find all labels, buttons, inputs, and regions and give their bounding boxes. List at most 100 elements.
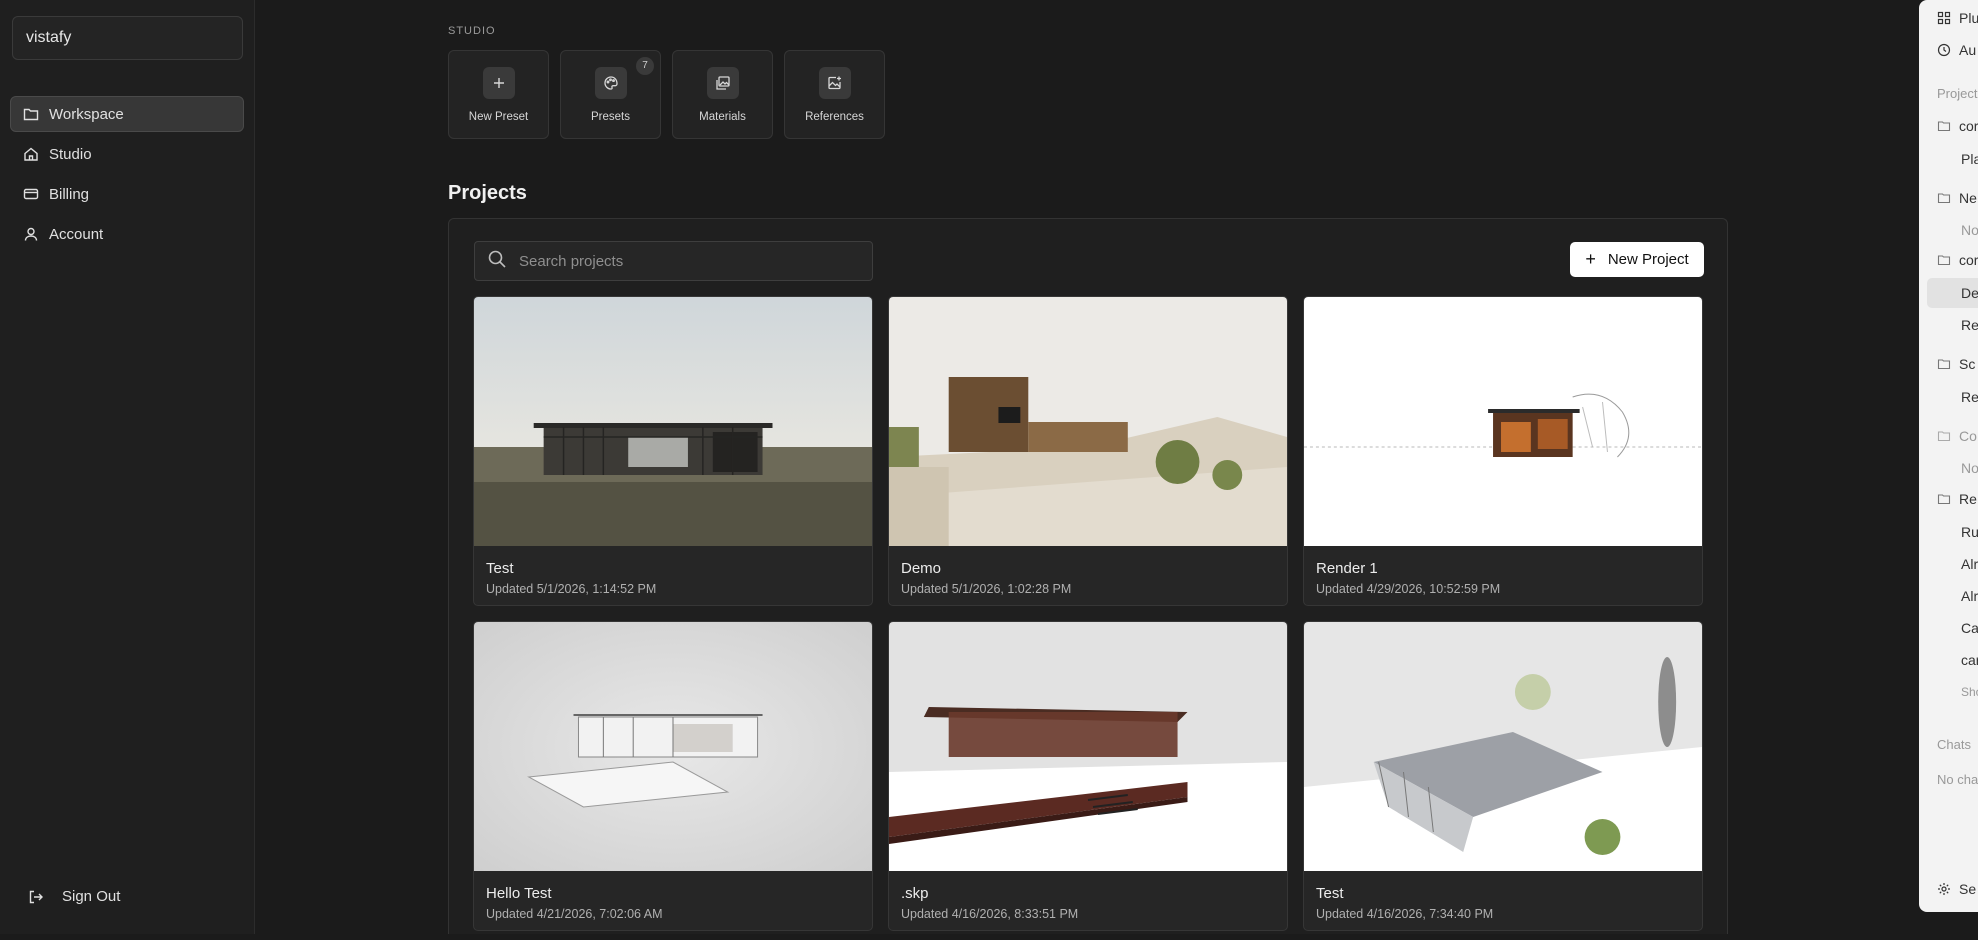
materials-tile[interactable]: Materials xyxy=(672,50,773,139)
right-row-label: cor xyxy=(1959,252,1978,268)
right-panel: Plu Au Project cor Pla Ne No cor De Re S… xyxy=(1919,0,1978,912)
presets-tile[interactable]: 7 Presets xyxy=(560,50,661,139)
right-item: No xyxy=(1961,222,1978,238)
plus-icon: + xyxy=(1585,249,1596,269)
tile-label: References xyxy=(805,111,864,123)
project-updated: Updated 5/1/2026, 1:14:52 PM xyxy=(486,582,657,596)
new-project-button[interactable]: + New Project xyxy=(1570,242,1704,277)
new-preset-tile[interactable]: New Preset xyxy=(448,50,549,139)
right-row-label: Au xyxy=(1959,42,1977,58)
plus-icon xyxy=(482,67,515,99)
right-item[interactable]: Re xyxy=(1961,389,1978,405)
tile-label: Presets xyxy=(591,111,630,123)
right-folder[interactable]: Re xyxy=(1937,491,1977,507)
sidebar-nav: Workspace Studio Billing Account xyxy=(10,96,244,256)
grid-icon xyxy=(1937,11,1951,25)
right-row[interactable]: Plu xyxy=(1937,10,1978,26)
sign-out-button[interactable]: Sign Out xyxy=(28,888,120,905)
sidebar-item-label: Studio xyxy=(49,145,92,163)
project-card[interactable]: Demo Updated 5/1/2026, 1:02:28 PM xyxy=(888,296,1288,606)
palette-icon xyxy=(594,67,627,99)
search-box[interactable] xyxy=(474,241,873,281)
image-plus-icon xyxy=(818,67,851,99)
right-folder[interactable]: Co xyxy=(1937,428,1977,444)
right-item: No xyxy=(1961,460,1978,476)
workspace-brand[interactable]: vistafy xyxy=(12,16,243,60)
presets-count-badge: 7 xyxy=(636,57,654,75)
right-item[interactable]: Re xyxy=(1961,317,1978,333)
settings-button[interactable]: Se xyxy=(1937,881,1976,897)
show-more-link[interactable]: Sho xyxy=(1961,685,1978,699)
right-item[interactable]: Ru xyxy=(1961,524,1978,540)
right-item[interactable]: Pla xyxy=(1961,151,1978,167)
right-row-label: Sc xyxy=(1959,356,1976,372)
home-icon xyxy=(23,146,39,162)
gear-icon xyxy=(1937,882,1951,896)
search-input[interactable] xyxy=(519,252,859,270)
right-row-label: Co xyxy=(1959,428,1977,444)
folder-open-icon xyxy=(1937,492,1951,506)
right-folder[interactable]: cor xyxy=(1937,118,1978,134)
project-thumbnail xyxy=(474,622,872,871)
studio-section-label: STUDIO xyxy=(448,25,496,37)
right-item[interactable]: Alr xyxy=(1961,588,1978,604)
sidebar-item-label: Account xyxy=(49,225,104,243)
right-item[interactable]: Alr xyxy=(1961,556,1978,572)
folder-open-icon xyxy=(1937,191,1951,205)
project-name: Render 1 xyxy=(1316,560,1378,577)
user-icon xyxy=(23,226,39,242)
images-icon xyxy=(706,67,739,99)
project-name: Demo xyxy=(901,560,942,577)
right-item[interactable]: Ca xyxy=(1961,620,1978,636)
project-thumbnail xyxy=(889,622,1287,871)
project-card[interactable]: .skp Updated 4/16/2026, 8:33:51 PM xyxy=(888,621,1288,931)
main-content: STUDIO New Preset 7 Presets Materials Re… xyxy=(256,0,1918,934)
project-name: Hello Test xyxy=(486,885,552,902)
right-row[interactable]: Au xyxy=(1937,42,1976,58)
project-updated: Updated 4/21/2026, 7:02:06 AM xyxy=(486,907,663,921)
sidebar-item-studio[interactable]: Studio xyxy=(10,136,244,172)
chats-heading: Chats xyxy=(1937,737,1971,752)
sidebar: vistafy Workspace Studio Billing Account… xyxy=(0,0,255,934)
tile-label: Materials xyxy=(699,111,746,123)
right-row-label: Plu xyxy=(1959,10,1978,26)
folder-open-icon xyxy=(1937,357,1951,371)
project-updated: Updated 4/16/2026, 8:33:51 PM xyxy=(901,907,1079,921)
folder-open-icon xyxy=(1937,253,1951,267)
new-project-label: New Project xyxy=(1607,251,1689,268)
clock-icon xyxy=(1937,43,1951,57)
references-tile[interactable]: References xyxy=(784,50,885,139)
sidebar-item-label: Workspace xyxy=(49,105,124,123)
folder-open-icon xyxy=(1937,119,1951,133)
project-card[interactable]: Render 1 Updated 4/29/2026, 10:52:59 PM xyxy=(1303,296,1703,606)
project-updated: Updated 4/29/2026, 10:52:59 PM xyxy=(1316,582,1501,596)
project-card[interactable]: Test Updated 4/16/2026, 7:34:40 PM xyxy=(1303,621,1703,931)
projects-panel: + New Project xyxy=(448,218,1728,934)
project-thumbnail xyxy=(1304,297,1702,546)
search-icon xyxy=(487,249,507,274)
right-folder[interactable]: cor xyxy=(1937,252,1978,268)
right-item-active[interactable]: De xyxy=(1927,278,1978,308)
project-thumbnail xyxy=(474,297,872,546)
right-row-label: Ne xyxy=(1959,190,1977,206)
right-folder[interactable]: Sc xyxy=(1937,356,1975,372)
project-card[interactable]: Test Updated 5/1/2026, 1:14:52 PM xyxy=(473,296,873,606)
no-chats-text: No cha xyxy=(1937,772,1978,787)
card-icon xyxy=(23,186,39,202)
folder-open-icon xyxy=(1937,429,1951,443)
tile-label: New Preset xyxy=(468,111,529,123)
right-row-label: Re xyxy=(1959,491,1977,507)
project-updated: Updated 4/16/2026, 7:34:40 PM xyxy=(1316,907,1494,921)
sidebar-item-billing[interactable]: Billing xyxy=(10,176,244,212)
projects-grid: Test Updated 5/1/2026, 1:14:52 PM Demo U… xyxy=(473,296,1703,931)
right-folder[interactable]: Ne xyxy=(1937,190,1977,206)
sidebar-item-account[interactable]: Account xyxy=(10,216,244,252)
projects-title: Projects xyxy=(448,182,527,204)
project-name: Test xyxy=(486,560,514,577)
sidebar-item-workspace[interactable]: Workspace xyxy=(10,96,244,132)
project-card[interactable]: Hello Test Updated 4/21/2026, 7:02:06 AM xyxy=(473,621,873,931)
project-thumbnail xyxy=(889,297,1287,546)
right-item[interactable]: car xyxy=(1961,652,1978,668)
project-name: .skp xyxy=(901,885,929,902)
sign-out-label: Sign Out xyxy=(62,888,121,905)
